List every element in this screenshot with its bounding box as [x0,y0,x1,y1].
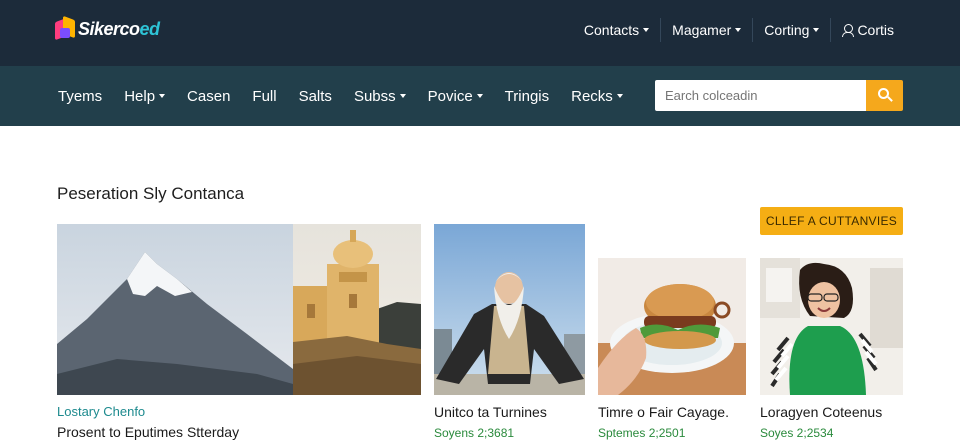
search-input[interactable] [655,80,866,111]
card-meta: Sptemes 2;2501 [598,426,686,440]
top-bar: Sikercoed Contacts Magamer Corting Corti… [0,0,960,66]
card-title[interactable]: Unitco ta Turnines [434,404,547,420]
mainnav-item-recks[interactable]: Recks [560,88,634,105]
mainnav-item-tringis[interactable]: Tringis [494,88,560,105]
main-nav: Tyems Help Casen Full Salts Subss Povice… [0,66,960,126]
mainnav-item-tyems[interactable]: Tyems [47,88,113,105]
main-nav-list: Tyems Help Casen Full Salts Subss Povice… [47,66,634,126]
search-button[interactable] [866,80,903,111]
chevron-down-icon [476,94,483,98]
topnav-item-corting[interactable]: Corting [752,18,830,42]
feature-kicker[interactable]: Lostary Chenfo [57,404,145,419]
chevron-down-icon [735,28,742,32]
mainnav-item-help[interactable]: Help [113,88,176,105]
topnav-item-magamer[interactable]: Magamer [660,18,752,42]
feature-title[interactable]: Prosent to Eputimes Stterday [57,424,239,440]
feature-image[interactable] [57,224,421,395]
mainnav-item-salts[interactable]: Salts [288,88,343,105]
mainnav-item-casen[interactable]: Casen [176,88,241,105]
card-image-woman[interactable] [760,258,903,395]
card-image-burger[interactable] [598,258,746,395]
search-bar [655,80,903,111]
topnav-item-contacts[interactable]: Contacts [573,18,660,42]
chevron-down-icon [643,28,650,32]
logo-mark-icon [55,15,75,41]
top-nav: Contacts Magamer Corting Cortis [573,18,905,42]
brand-logo[interactable]: Sikercoed [55,15,160,41]
card-meta: Soyes 2;2534 [760,426,834,440]
mainnav-item-full[interactable]: Full [241,88,287,105]
chevron-down-icon [813,28,820,32]
mainnav-item-subss[interactable]: Subss [343,88,417,105]
cta-button[interactable]: CLLEF A CUTTANVIES [760,207,903,235]
card-image-elderly-man[interactable] [434,224,585,395]
chevron-down-icon [399,94,406,98]
chevron-down-icon [159,94,166,98]
section-title: Peseration Sly Contanca [57,184,245,203]
user-icon [842,23,855,37]
card-title[interactable]: Timre o Fair Cayage. [598,404,729,420]
topnav-item-account[interactable]: Cortis [830,18,905,42]
mainnav-item-povice[interactable]: Povice [417,88,494,105]
chevron-down-icon [616,94,623,98]
brand-name: Sikercoed [78,18,160,39]
card-title[interactable]: Loragyen Coteenus [760,404,882,420]
card-meta: Soyens 2;3681 [434,426,515,440]
